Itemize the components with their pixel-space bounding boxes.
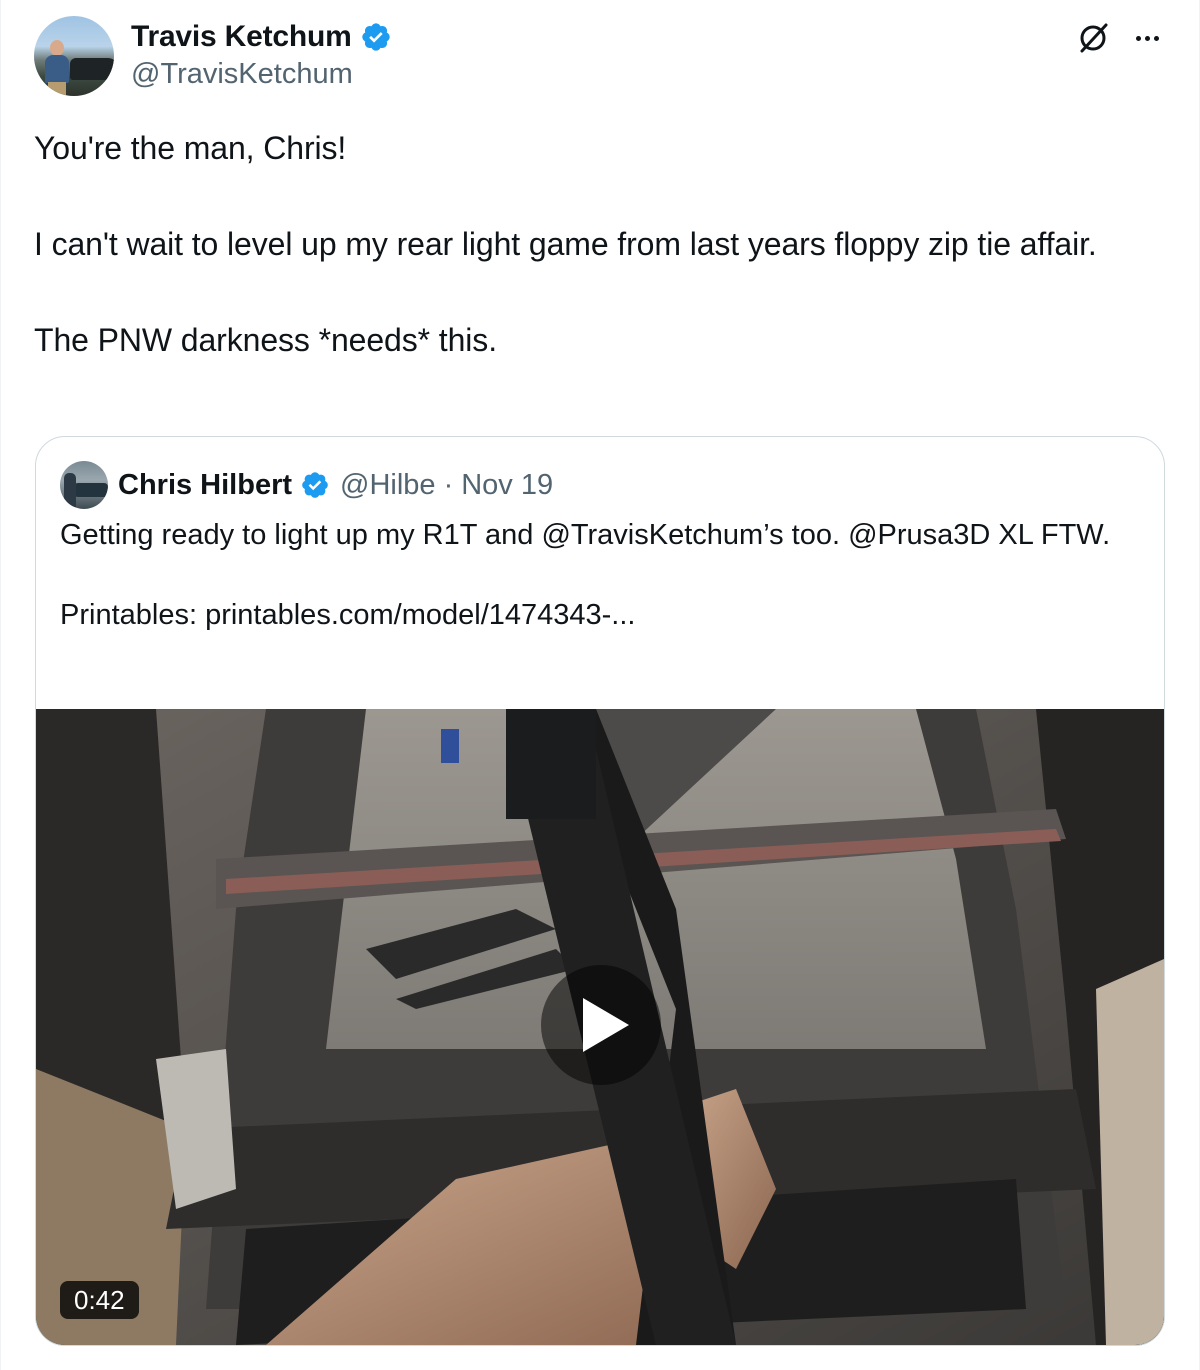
quoted-tweet-card[interactable]: Chris Hilbert @Hilbe · Nov 19 Getting re… bbox=[35, 436, 1165, 1346]
avatar-person-legs bbox=[48, 82, 66, 96]
author-display-name[interactable]: Travis Ketchum bbox=[131, 20, 352, 54]
tweet-paragraph: You're the man, Chris! bbox=[34, 130, 347, 166]
quoted-author-name[interactable]: Chris Hilbert bbox=[118, 469, 292, 502]
author-handle[interactable]: @TravisKetchum bbox=[131, 58, 353, 91]
quoted-avatar-person bbox=[64, 473, 76, 507]
header-separator: · bbox=[443, 468, 454, 501]
author-avatar[interactable] bbox=[34, 16, 114, 96]
tweet-container: Travis Ketchum @TravisKetchum You're the… bbox=[0, 0, 1200, 1370]
tweet-paragraph: I can't wait to level up my rear light g… bbox=[34, 226, 1097, 262]
quoted-tweet-paragraph: Getting ready to light up my R1T and @Tr… bbox=[60, 519, 1111, 551]
avatar-person-body bbox=[45, 55, 69, 83]
grok-icon[interactable] bbox=[1075, 20, 1111, 56]
tweet-paragraph: The PNW darkness *needs* this. bbox=[34, 322, 497, 358]
quoted-tweet-header: Chris Hilbert @Hilbe · Nov 19 bbox=[118, 465, 553, 505]
play-button[interactable] bbox=[541, 965, 661, 1085]
more-dot bbox=[1144, 35, 1150, 41]
avatar-person-head bbox=[50, 40, 64, 56]
verified-badge-icon[interactable] bbox=[300, 470, 330, 500]
author-name-row: Travis Ketchum bbox=[131, 18, 392, 56]
quoted-author-handle[interactable]: @Hilbe bbox=[340, 469, 436, 502]
quoted-tweet-paragraph: Printables: printables.com/model/1474343… bbox=[60, 599, 636, 631]
verified-badge-icon[interactable] bbox=[360, 21, 392, 53]
quoted-avatar-car bbox=[74, 483, 108, 497]
avatar-car bbox=[70, 58, 114, 80]
more-dot bbox=[1135, 35, 1141, 41]
video-duration-badge: 0:42 bbox=[60, 1281, 139, 1319]
play-icon bbox=[583, 998, 629, 1052]
more-dot bbox=[1153, 35, 1159, 41]
quoted-tweet-date[interactable]: Nov 19 bbox=[461, 469, 553, 502]
video-player[interactable]: 0:42 bbox=[36, 709, 1164, 1345]
tweet-text: You're the man, Chris! I can't wait to l… bbox=[34, 124, 1154, 364]
quoted-tweet-text: Getting ready to light up my R1T and @Tr… bbox=[60, 515, 1140, 635]
more-options-icon[interactable] bbox=[1129, 24, 1165, 52]
quoted-author-avatar[interactable] bbox=[60, 461, 108, 509]
